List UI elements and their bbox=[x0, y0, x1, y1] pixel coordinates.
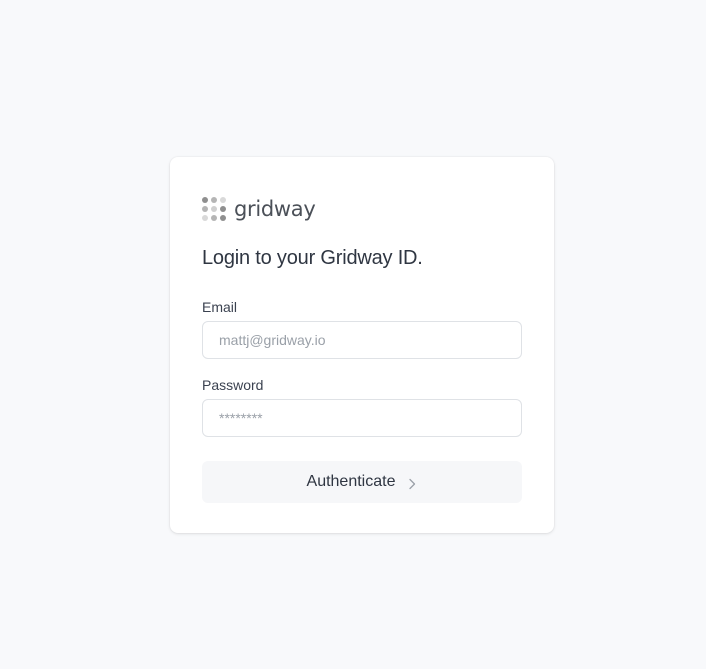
logo-dot bbox=[220, 215, 226, 221]
gridway-logo-icon bbox=[202, 197, 226, 221]
logo-dot bbox=[220, 197, 226, 203]
authenticate-button[interactable]: Authenticate bbox=[202, 461, 522, 503]
logo-dot bbox=[202, 197, 208, 203]
brand-name: gridway bbox=[234, 197, 316, 221]
authenticate-label: Authenticate bbox=[306, 473, 396, 490]
password-placeholder: ******** bbox=[219, 410, 263, 426]
logo-dot bbox=[211, 206, 217, 212]
email-label: Email bbox=[202, 299, 238, 315]
logo-dot bbox=[211, 215, 217, 221]
page-title: Login to your Gridway ID. bbox=[202, 247, 423, 269]
logo-dot bbox=[211, 197, 217, 203]
email-field[interactable]: mattj@gridway.io bbox=[202, 321, 522, 359]
login-card: gridway Login to your Gridway ID. Email … bbox=[170, 157, 554, 533]
logo-dot bbox=[202, 206, 208, 212]
password-field[interactable]: ******** bbox=[202, 399, 522, 437]
logo-dot bbox=[220, 206, 226, 212]
brand-logo: gridway bbox=[202, 197, 316, 221]
password-label: Password bbox=[202, 377, 264, 393]
chevron-right-icon bbox=[407, 477, 417, 490]
email-placeholder: mattj@gridway.io bbox=[219, 332, 326, 348]
logo-dot bbox=[202, 215, 208, 221]
